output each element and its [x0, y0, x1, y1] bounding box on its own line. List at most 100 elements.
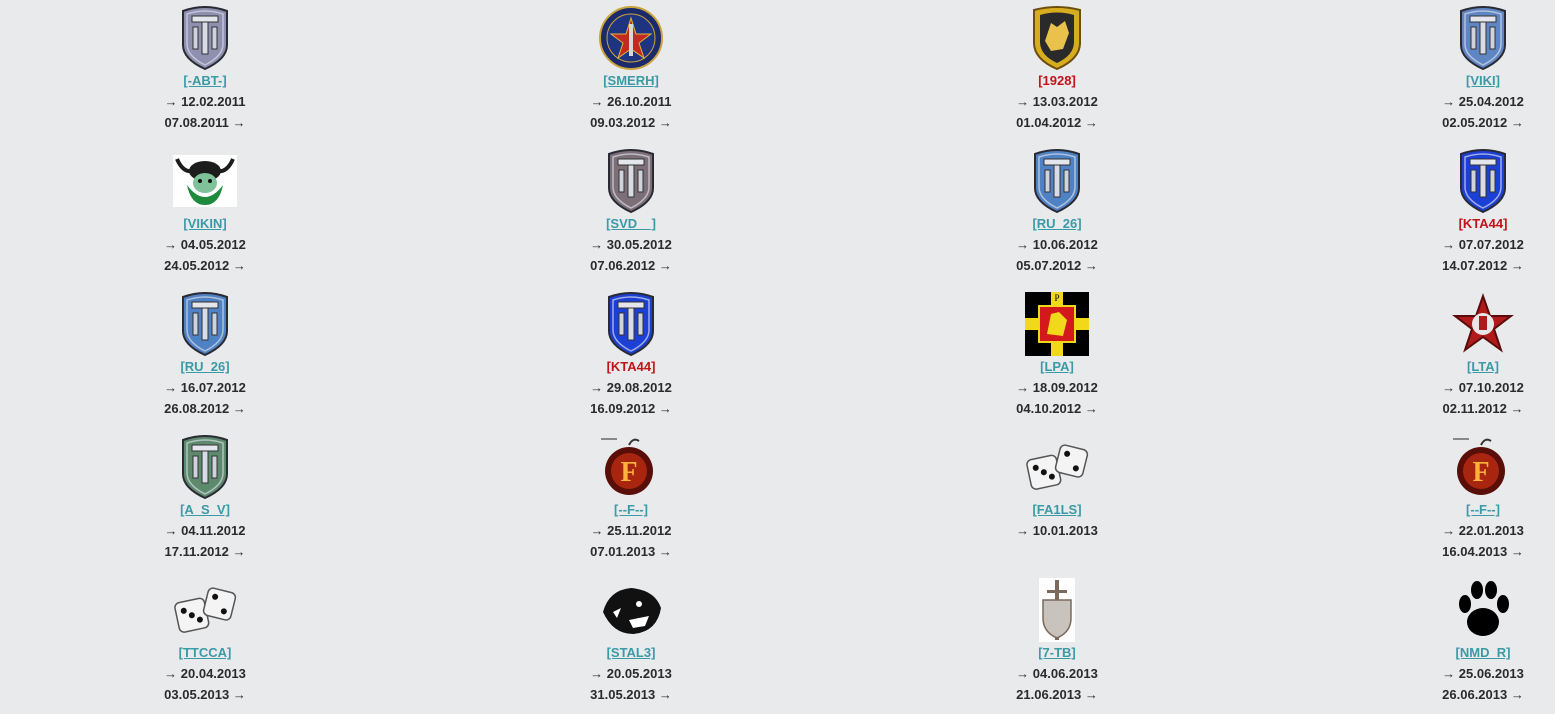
leave-date: 04.10.2012 → — [1016, 401, 1098, 416]
leave-date: 09.03.2012 → — [590, 115, 672, 130]
join-date: → 25.06.2013 — [1442, 666, 1524, 681]
clan-tag-link[interactable]: [KTA44] — [551, 358, 711, 375]
clan-tag-link[interactable]: [NMD_R] — [1403, 644, 1555, 661]
clan-tag-link[interactable]: [LTA] — [1403, 358, 1555, 375]
join-date: → 25.04.2012 — [1442, 94, 1524, 109]
svg-text:F: F — [1472, 457, 1489, 488]
clan-entry: [VIKIN] → 04.05.2012 24.05.2012 → — [125, 145, 285, 285]
clan-entry: [NMD_R] → 25.06.2013 26.06.2013 → — [1403, 574, 1555, 714]
clan-entry: [-ABT-] → 12.02.2011 07.08.2011 → — [125, 2, 285, 142]
clan-tag-link[interactable]: [VIKIN] — [125, 215, 285, 232]
wot-shield-icon[interactable] — [599, 292, 663, 357]
smersh-round-emblem-icon[interactable] — [599, 6, 663, 70]
clan-tag-link[interactable]: [FA1LS] — [977, 501, 1137, 518]
sword-shield-icon[interactable] — [1025, 578, 1089, 642]
panther-head-icon[interactable] — [599, 578, 663, 642]
leave-date: 26.06.2013 → — [1442, 687, 1524, 702]
red-star-fist-icon[interactable] — [1451, 292, 1515, 356]
join-date: → 20.04.2013 — [164, 666, 246, 681]
join-date: → 04.11.2012 — [164, 523, 246, 538]
join-date: → 29.08.2012 — [590, 380, 672, 395]
join-date: → 12.02.2011 — [164, 94, 246, 109]
bomb-f-icon[interactable]: F — [1451, 435, 1515, 499]
join-date: → 04.06.2013 — [1016, 666, 1098, 681]
clan-tag-link[interactable]: [VIKI] — [1403, 72, 1555, 89]
clan-entry: F [--F--] → 25.11.2012 07.01.2013 → — [551, 431, 711, 571]
wot-shield-icon[interactable] — [173, 292, 237, 357]
leave-date: 26.08.2012 → — [164, 401, 246, 416]
leave-date: 02.05.2012 → — [1442, 115, 1524, 130]
clan-tag-link[interactable]: [RU_26] — [125, 358, 285, 375]
clan-tag-link[interactable]: [RU_26] — [977, 215, 1137, 232]
clan-entry: [1928] → 13.03.2012 01.04.2012 → — [977, 2, 1137, 142]
leave-date: 16.04.2013 → — [1442, 544, 1524, 559]
leave-date: 17.11.2012 → — [164, 544, 246, 559]
leave-date: 03.05.2013 → — [164, 687, 246, 702]
dice-icon[interactable] — [1025, 435, 1089, 499]
join-date: → 10.01.2013 — [1016, 523, 1098, 538]
clan-entry: [7-TB] → 04.06.2013 21.06.2013 → — [977, 574, 1137, 714]
gold-shield-wolf-icon[interactable] — [1025, 6, 1089, 71]
dice-icon[interactable] — [173, 578, 237, 642]
join-date: → 20.05.2013 — [590, 666, 672, 681]
clan-tag-link[interactable]: [7-TB] — [977, 644, 1137, 661]
clan-entry: [SVD__] → 30.05.2012 07.06.2012 → — [551, 145, 711, 285]
join-date: → 16.07.2012 — [164, 380, 246, 395]
svg-text:P: P — [1054, 293, 1059, 303]
wot-shield-icon[interactable] — [173, 6, 237, 71]
wot-shield-icon[interactable] — [1451, 149, 1515, 214]
join-date: → 13.03.2012 — [1016, 94, 1098, 109]
clan-entry: [TTCCA] → 20.04.2013 03.05.2013 → — [125, 574, 285, 714]
leave-date: 24.05.2012 → — [164, 258, 246, 273]
leave-date: 07.08.2011 → — [164, 115, 246, 130]
join-date: → 30.05.2012 — [590, 237, 672, 252]
leave-date: 16.09.2012 → — [590, 401, 672, 416]
clan-entry: [SMERH] → 26.10.2011 09.03.2012 → — [551, 2, 711, 142]
join-date: → 18.09.2012 — [1016, 380, 1098, 395]
clan-tag-link[interactable]: [TTCCA] — [125, 644, 285, 661]
clan-entry: F [--F--] → 22.01.2013 16.04.2013 → — [1403, 431, 1555, 571]
leave-date: 21.06.2013 → — [1016, 687, 1098, 702]
clan-entry: [VIKI] → 25.04.2012 02.05.2012 → — [1403, 2, 1555, 142]
clan-entry: [LTA] → 07.10.2012 02.11.2012 → — [1403, 288, 1555, 428]
clan-entry: [KTA44] → 07.07.2012 14.07.2012 → — [1403, 145, 1555, 285]
clan-entry: [RU_26] → 10.06.2012 05.07.2012 → — [977, 145, 1137, 285]
wot-shield-icon[interactable] — [1451, 6, 1515, 71]
join-date: → 04.05.2012 — [164, 237, 246, 252]
clan-entry: [STAL3] → 20.05.2013 31.05.2013 → — [551, 574, 711, 714]
svg-text:F: F — [620, 457, 637, 488]
leave-date: 07.06.2012 → — [590, 258, 672, 273]
clan-tag-link[interactable]: [-ABT-] — [125, 72, 285, 89]
clan-tag-link[interactable]: [STAL3] — [551, 644, 711, 661]
join-date: → 26.10.2011 — [590, 94, 672, 109]
join-date: → 10.06.2012 — [1016, 237, 1098, 252]
clan-entry: [RU_26] → 16.07.2012 26.08.2012 → — [125, 288, 285, 428]
paw-print-icon[interactable] — [1451, 578, 1515, 642]
black-cross-lion-flag-icon[interactable]: P — [1025, 292, 1089, 356]
clan-tag-link[interactable]: [--F--] — [551, 501, 711, 518]
clan-tag-link[interactable]: [SVD__] — [551, 215, 711, 232]
wot-shield-icon[interactable] — [599, 149, 663, 214]
clan-history-grid: [-ABT-] → 12.02.2011 07.08.2011 → [SMERH] →… — [0, 0, 1555, 709]
clan-tag-link[interactable]: [1928] — [977, 72, 1137, 89]
clan-entry: P [LPA] → 18.09.2012 04.10.2012 → — [977, 288, 1137, 428]
clan-tag-link[interactable]: [KTA44] — [1403, 215, 1555, 232]
leave-date: 07.01.2013 → — [590, 544, 672, 559]
clan-tag-link[interactable]: [--F--] — [1403, 501, 1555, 518]
clan-tag-link[interactable]: [SMERH] — [551, 72, 711, 89]
leave-date: 05.07.2012 → — [1016, 258, 1098, 273]
join-date: → 07.07.2012 — [1442, 237, 1524, 252]
bomb-f-icon[interactable]: F — [599, 435, 663, 499]
clan-entry: [A_S_V] → 04.11.2012 17.11.2012 → — [125, 431, 285, 571]
join-date: → 07.10.2012 — [1442, 380, 1524, 395]
wot-shield-icon[interactable] — [1025, 149, 1089, 214]
green-viking-head-icon[interactable] — [173, 149, 237, 213]
join-date: → 22.01.2013 — [1442, 523, 1524, 538]
clan-entry: [FA1LS] → 10.01.2013 — [977, 431, 1137, 571]
clan-tag-link[interactable]: [LPA] — [977, 358, 1137, 375]
leave-date: 01.04.2012 → — [1016, 115, 1098, 130]
join-date: → 25.11.2012 — [590, 523, 672, 538]
wot-shield-icon[interactable] — [173, 435, 237, 500]
clan-tag-link[interactable]: [A_S_V] — [125, 501, 285, 518]
clan-entry: [KTA44] → 29.08.2012 16.09.2012 → — [551, 288, 711, 428]
